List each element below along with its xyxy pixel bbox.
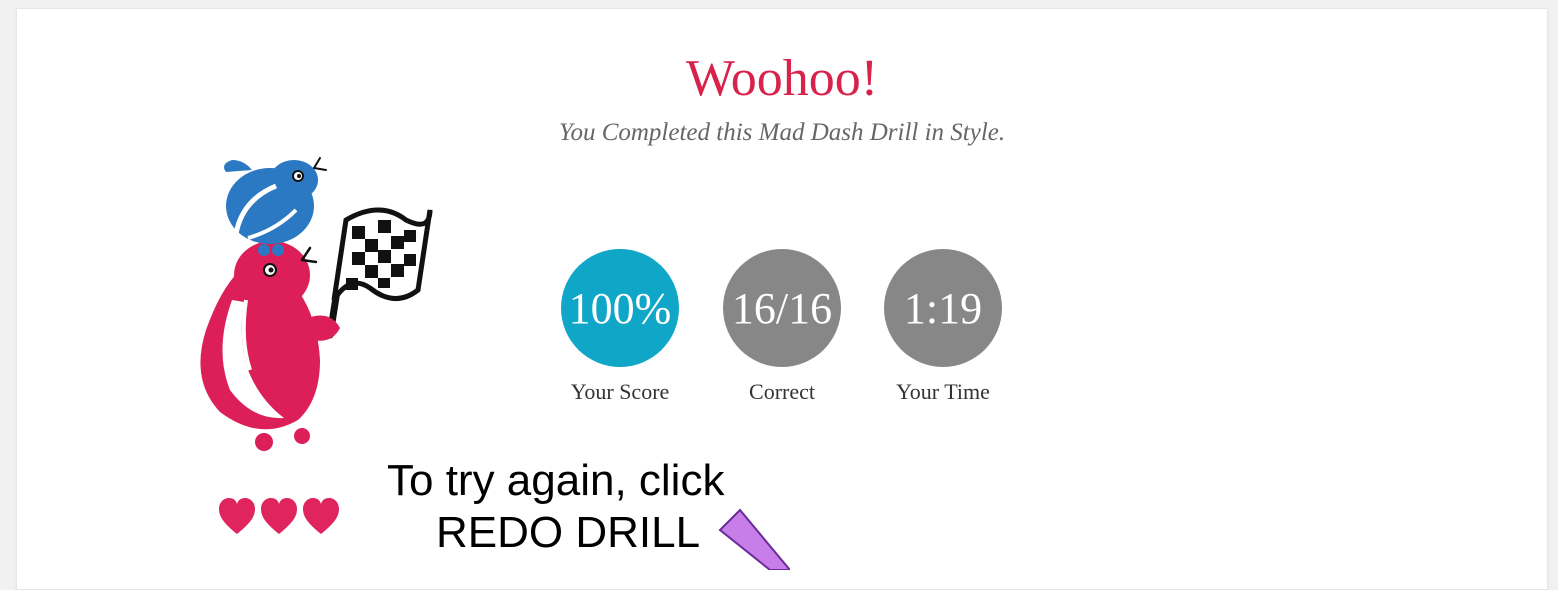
time-value: 1:19	[903, 283, 983, 333]
heart-icon	[219, 498, 255, 534]
correct-circle: 16/16	[723, 249, 841, 367]
lives-hearts	[219, 498, 339, 534]
time-label: Your Time	[896, 379, 990, 404]
heart-icon	[303, 498, 339, 534]
correct-value: 16/16	[731, 283, 833, 333]
result-subtitle: You Completed this Mad Dash Drill in Sty…	[558, 119, 1006, 146]
time-stat: 1:19 Your Time	[883, 249, 1003, 405]
score-stat: 100% Your Score	[560, 249, 680, 405]
score-value: 100%	[568, 283, 672, 333]
correct-stat: 16/16 Correct	[722, 249, 842, 405]
score-label: Your Score	[570, 379, 670, 404]
time-circle: 1:19	[884, 249, 1002, 367]
score-circle: 100%	[561, 249, 679, 367]
mascot-birds-illustration	[200, 157, 433, 451]
heart-icon	[261, 498, 297, 534]
result-title: Woohoo!	[685, 50, 879, 107]
pointer-arrow-icon	[718, 508, 790, 570]
correct-label: Correct	[749, 379, 815, 404]
